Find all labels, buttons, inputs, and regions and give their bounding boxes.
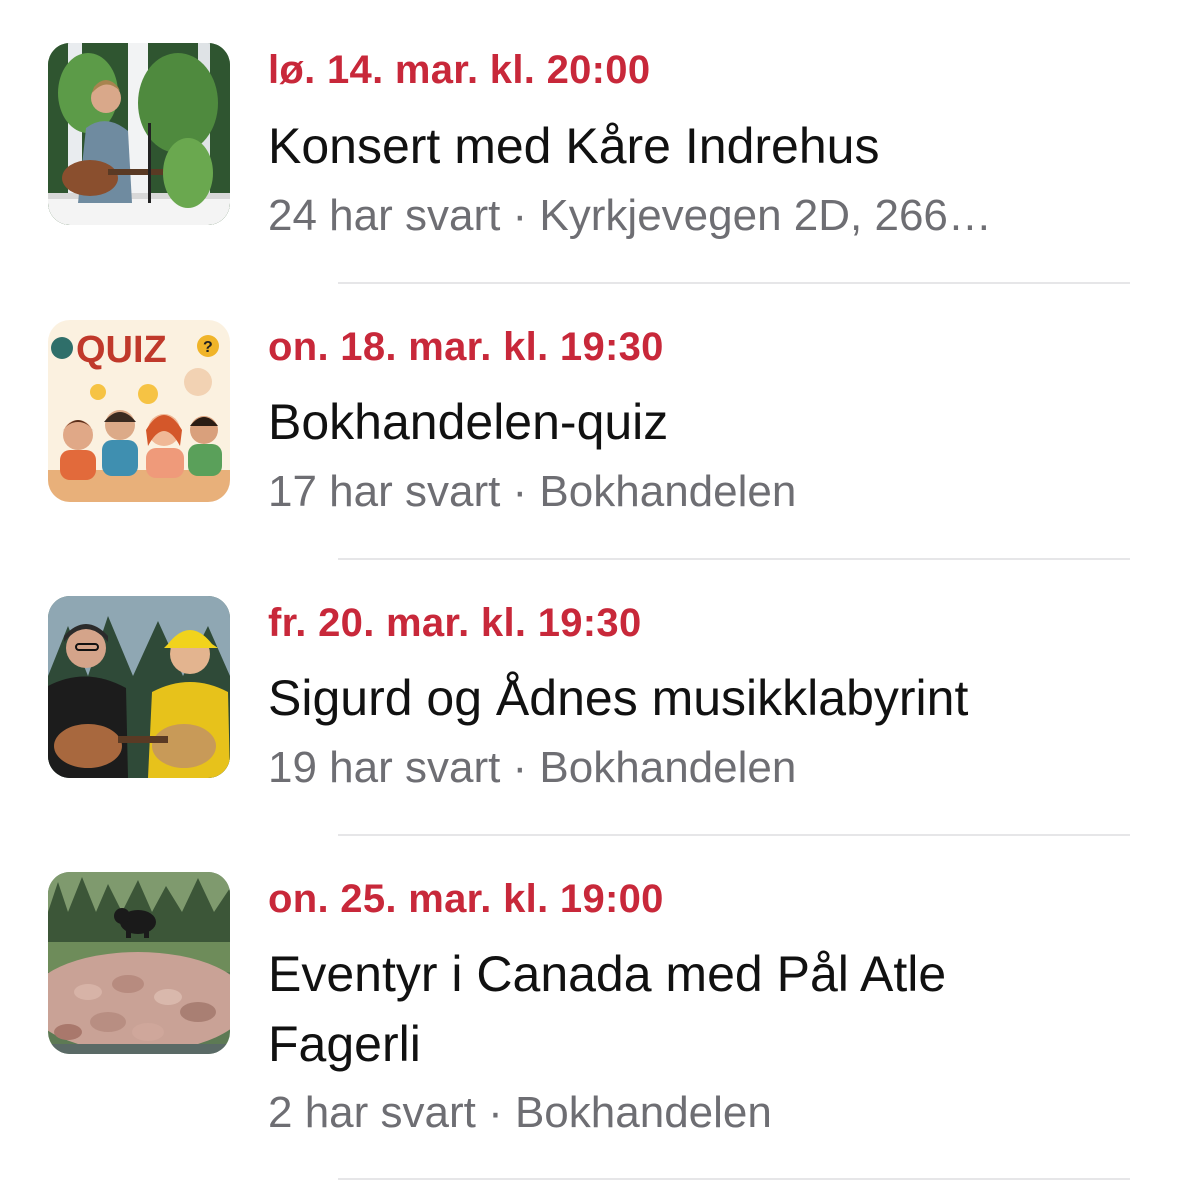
svg-text:?: ? <box>203 339 213 356</box>
bear-photo-image <box>48 872 230 1054</box>
event-date: on. 25. mar. kl. 19:00 <box>268 877 664 921</box>
event-title: Konsert med Kåre Indrehus <box>268 118 880 174</box>
event-title-line-2: Fagerli <box>268 1016 421 1072</box>
event-title-line-1: Eventyr i Canada med Pål Atle <box>268 946 947 1002</box>
concert-photo-image <box>48 43 230 225</box>
divider <box>338 1178 1130 1180</box>
event-thumbnail-guitarists[interactable] <box>48 596 230 778</box>
quiz-illustration-image: QUIZ ? <box>48 320 230 502</box>
guitarists-photo-image <box>48 596 230 778</box>
event-meta: 19 har svart · Bokhandelen <box>268 743 797 792</box>
event-item-eventyr-canada[interactable]: on. 25. mar. kl. 19:00 Eventyr i Canada … <box>0 836 1178 1186</box>
event-meta: 2 har svart · Bokhandelen <box>268 1088 772 1137</box>
event-item-quiz[interactable]: QUIZ ? on. 18. mar. kl. 19:30 Bokhandele… <box>0 284 1178 559</box>
event-meta: 17 har svart · Bokhandelen <box>268 467 797 516</box>
event-meta: 24 har svart · Kyrkjevegen 2D, 266… <box>268 191 992 240</box>
quiz-logo-text: QUIZ <box>76 329 167 371</box>
event-list: lø. 14. mar. kl. 20:00 Konsert med Kåre … <box>0 0 1178 1186</box>
event-item-musikklabyrint[interactable]: fr. 20. mar. kl. 19:30 Sigurd og Ådnes m… <box>0 560 1178 836</box>
event-thumbnail-concert[interactable] <box>48 43 230 225</box>
event-title: Bokhandelen-quiz <box>268 394 669 450</box>
event-item-konsert[interactable]: lø. 14. mar. kl. 20:00 Konsert med Kåre … <box>0 0 1178 283</box>
event-date: fr. 20. mar. kl. 19:30 <box>268 601 642 645</box>
event-title: Sigurd og Ådnes musikklabyrint <box>268 670 969 726</box>
event-date: lø. 14. mar. kl. 20:00 <box>268 48 651 92</box>
event-thumbnail-quiz[interactable]: QUIZ ? <box>48 320 230 502</box>
event-date: on. 18. mar. kl. 19:30 <box>268 325 664 369</box>
event-thumbnail-bear[interactable] <box>48 872 230 1054</box>
